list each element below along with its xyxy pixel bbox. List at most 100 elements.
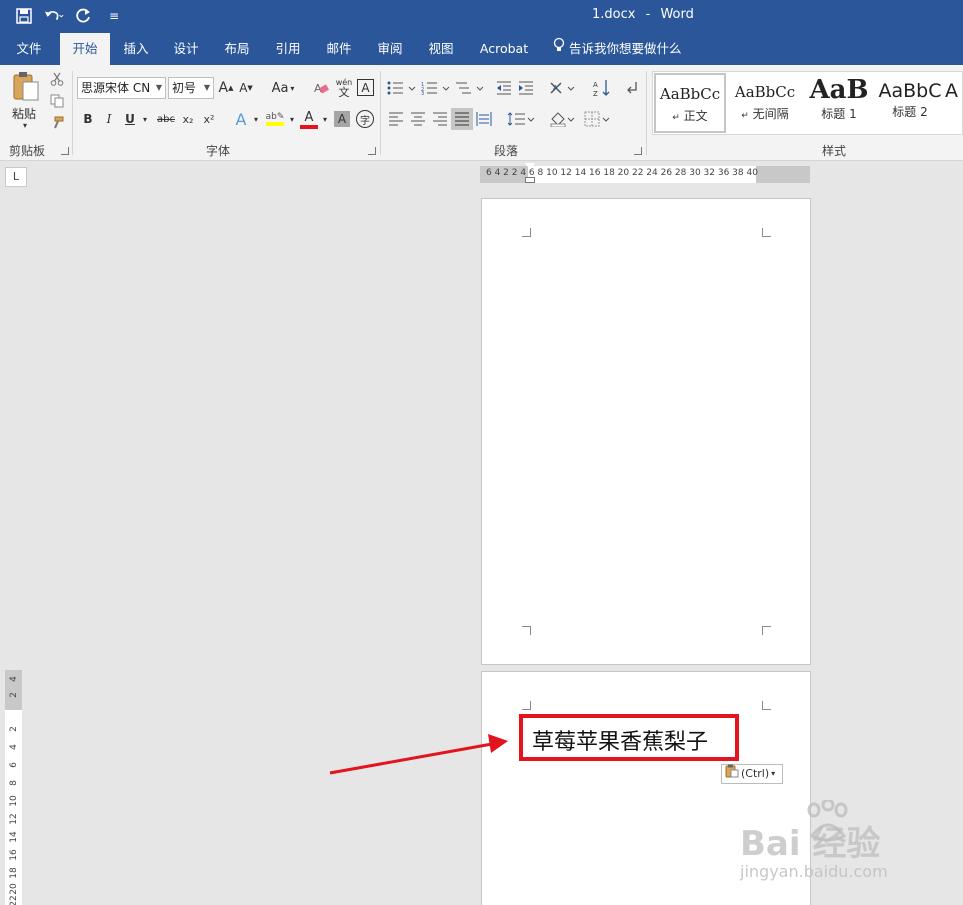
style-next[interactable]: A [945, 73, 962, 133]
underline-button[interactable]: U [122, 109, 138, 129]
justify-icon[interactable] [451, 108, 473, 130]
tab-selector[interactable]: L [5, 167, 27, 187]
italic-button[interactable]: I [101, 109, 117, 129]
style-no-spacing[interactable]: AaBbCc ↵ 无间隔 [729, 73, 801, 133]
redo-icon[interactable] [74, 6, 94, 26]
paste-dropdown-icon[interactable]: ▾ [20, 121, 30, 130]
clipboard-icon [725, 764, 739, 784]
bullets-icon[interactable] [386, 78, 418, 98]
multilevel-list-icon[interactable] [454, 78, 486, 98]
tab-review[interactable]: 审阅 [368, 33, 412, 65]
margin-corner-mark [522, 626, 531, 635]
chevron-down-icon: ▾ [771, 769, 776, 778]
document-page-1[interactable] [481, 198, 811, 665]
shading-icon[interactable] [548, 110, 578, 128]
tab-design[interactable]: 设计 [164, 33, 208, 65]
borders-icon[interactable] [583, 110, 613, 128]
tab-file[interactable]: 文件 [6, 33, 52, 65]
highlight-dropdown-icon[interactable]: ▾ [287, 109, 297, 129]
strikethrough-button[interactable]: abc [155, 109, 177, 129]
tell-me-text: 告诉我你想要做什么 [569, 41, 682, 56]
font-name-select[interactable]: 思源宋体 CN ▼ [77, 77, 166, 99]
font-name-value: 思源宋体 CN [81, 81, 151, 95]
tab-home[interactable]: 开始 [60, 33, 110, 65]
paragraph-launcher-icon[interactable] [634, 147, 642, 155]
style-heading-2[interactable]: AaBbC 标题 2 [874, 73, 946, 133]
align-center-icon[interactable] [409, 110, 427, 128]
style-normal[interactable]: AaBbCc ↵ 正文 [654, 73, 726, 133]
font-size-select[interactable]: 初号 ▼ [168, 77, 214, 99]
clipboard-group-label: 剪贴板 [9, 144, 46, 158]
paste-options-button[interactable]: (Ctrl) ▾ [721, 764, 783, 784]
style-heading-1[interactable]: AaB 标题 1 [803, 73, 875, 133]
font-color-swatch [300, 124, 318, 129]
line-spacing-icon[interactable] [506, 110, 536, 128]
group-divider [646, 71, 647, 155]
quick-access-toolbar: ≡ [14, 6, 124, 26]
save-icon[interactable] [14, 6, 34, 26]
font-color-dropdown-icon[interactable]: ▾ [320, 109, 330, 129]
paste-icon[interactable] [8, 69, 44, 103]
highlighter-icon: ab✎ [265, 112, 285, 122]
chinese-layout-icon[interactable]: A [548, 78, 578, 98]
enclose-characters-button[interactable]: 字 [356, 110, 374, 128]
tab-view[interactable]: 视图 [419, 33, 463, 65]
align-left-icon[interactable] [387, 110, 405, 128]
customize-toolbar-icon[interactable]: ≡ [104, 6, 124, 26]
clear-formatting-icon[interactable]: A [311, 78, 331, 98]
character-border-button[interactable]: A [357, 79, 374, 96]
ribbon-home: 粘贴 ▾ 剪贴板 思源宋体 CN ▼ 初号 ▼ A ▲ A ▼ Aa ▾ A wén 文 … [0, 65, 963, 161]
ruler-number: 6 [9, 762, 19, 768]
font-color-button[interactable]: A [299, 107, 319, 131]
character-shading-button[interactable]: A [334, 111, 350, 127]
undo-icon[interactable] [44, 6, 64, 26]
paste-button[interactable]: 粘贴 [8, 105, 40, 121]
superscript-button[interactable]: x² [200, 109, 218, 129]
grow-font-button[interactable]: A ▲ [218, 78, 234, 98]
clipboard-launcher-icon[interactable] [61, 147, 69, 155]
text-effects-dropdown-icon[interactable]: ▾ [251, 109, 261, 129]
tab-references[interactable]: 引用 [266, 33, 310, 65]
highlight-color-button[interactable]: ab✎ [264, 107, 286, 131]
tab-insert[interactable]: 插入 [114, 33, 158, 65]
text-effects-icon[interactable]: A [232, 108, 250, 130]
vertical-ruler[interactable]: 4 2 2 4 6 8 10 12 14 16 18 20 22 [5, 670, 22, 905]
phonetic-guide-button[interactable]: wén 文 [334, 76, 354, 100]
style-name: ↵ 正文 [672, 109, 708, 123]
ruler-number: 4 [9, 676, 19, 682]
numbering-icon[interactable]: 123 [420, 78, 452, 98]
horizontal-ruler[interactable]: 6 4 2 2 4 6 8 10 12 14 16 18 20 22 24 26… [480, 163, 810, 183]
first-line-indent-marker[interactable] [525, 163, 535, 170]
underline-dropdown-icon[interactable]: ▾ [140, 109, 150, 129]
increase-indent-icon[interactable] [517, 78, 535, 98]
decrease-indent-icon[interactable] [495, 78, 513, 98]
subscript-button[interactable]: x₂ [179, 109, 197, 129]
shrink-font-button[interactable]: A ▼ [238, 78, 254, 98]
watermark-logo-text: Bai 经验 [740, 824, 881, 864]
tab-mailings[interactable]: 邮件 [317, 33, 361, 65]
document-name: 1.docx [592, 7, 636, 22]
ruler-number: 12 [9, 813, 19, 825]
tell-me-box[interactable]: 告诉我你想要做什么 [553, 33, 682, 65]
left-indent-marker[interactable] [525, 177, 535, 183]
bold-button[interactable]: B [80, 109, 96, 129]
svg-text:A: A [553, 84, 558, 92]
change-case-button[interactable]: Aa ▾ [268, 78, 298, 98]
annotation-highlight-box [519, 714, 739, 761]
copy-icon[interactable] [48, 93, 66, 109]
show-formatting-icon[interactable] [624, 78, 640, 98]
font-launcher-icon[interactable] [368, 147, 376, 155]
style-sample-text: AaB [809, 75, 869, 105]
shrink-font-icon: A [239, 81, 248, 95]
style-name: 标题 1 [821, 107, 857, 121]
paragraph-group-label: 段落 [494, 144, 519, 158]
tab-layout[interactable]: 布局 [215, 33, 259, 65]
align-right-icon[interactable] [431, 110, 449, 128]
sort-icon[interactable]: AZ [592, 77, 612, 99]
ruler-number: 4 [9, 744, 19, 750]
distributed-icon[interactable] [475, 110, 493, 128]
tab-acrobat[interactable]: Acrobat [472, 33, 536, 65]
cut-icon[interactable] [48, 71, 66, 87]
svg-text:A: A [593, 81, 598, 89]
format-painter-icon[interactable] [48, 115, 66, 131]
